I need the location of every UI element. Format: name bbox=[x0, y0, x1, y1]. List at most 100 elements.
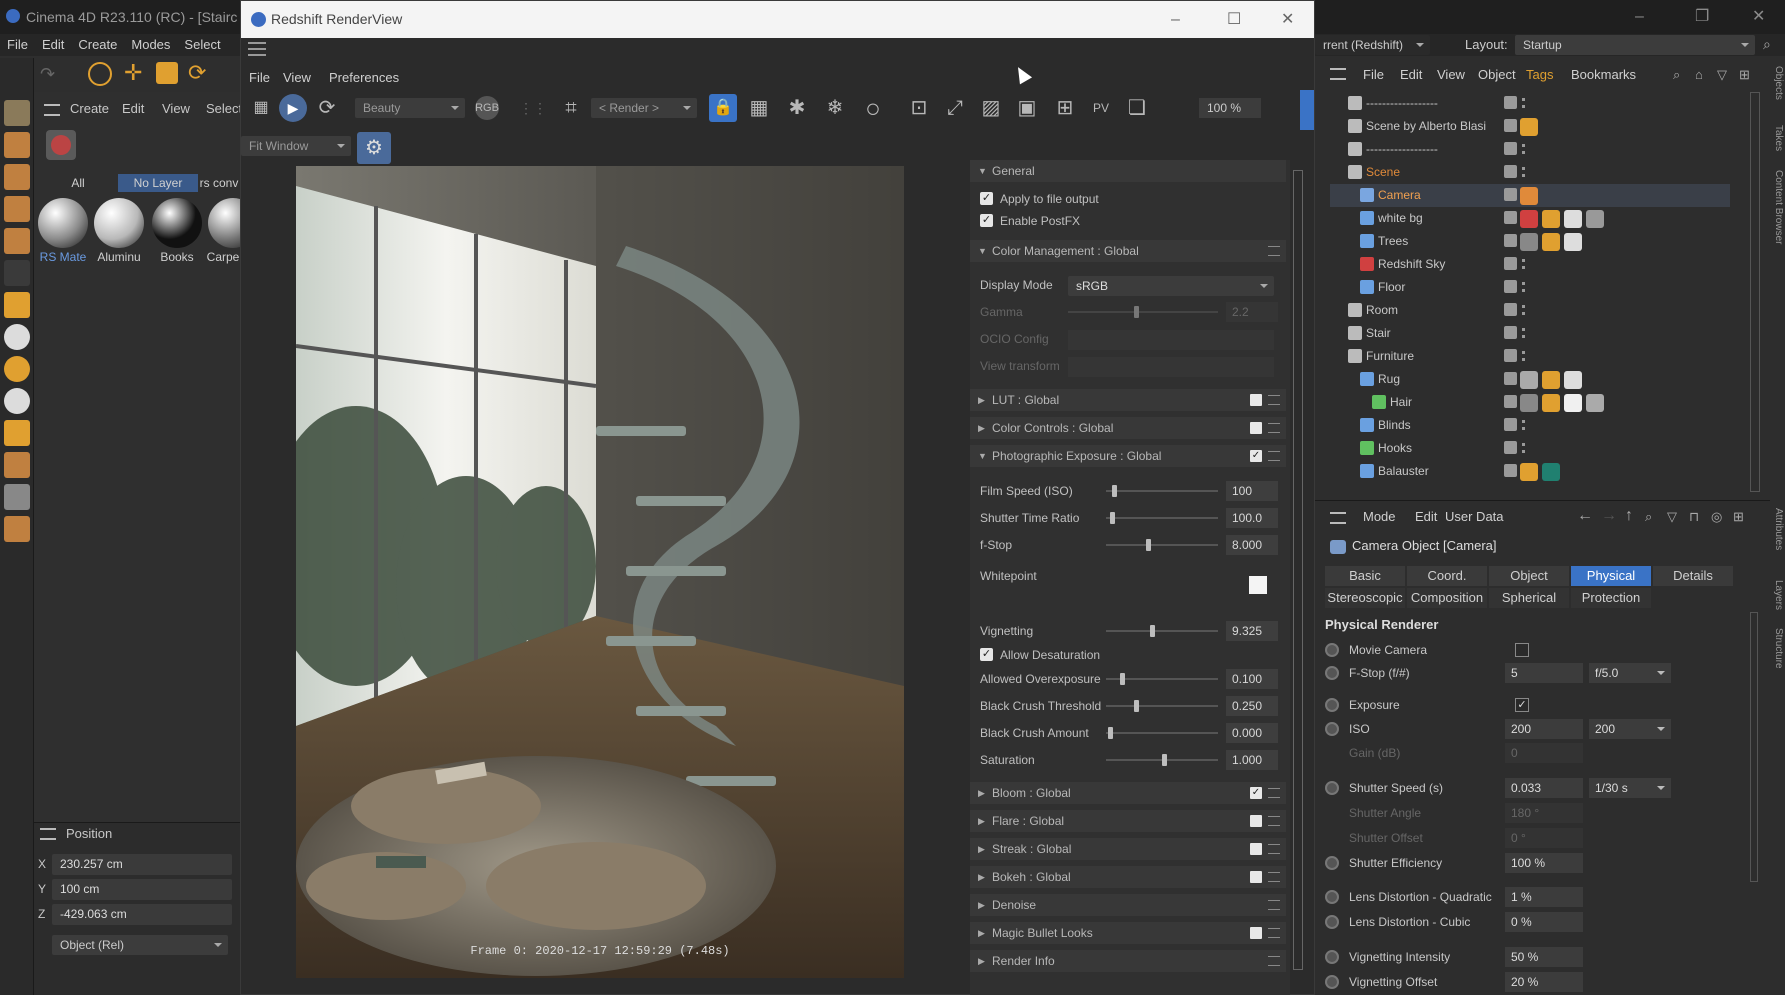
freeze-icon[interactable]: ❄ bbox=[821, 94, 849, 122]
section-color-controls[interactable]: ▶ Color Controls : Global bbox=[970, 417, 1286, 439]
visibility-icon[interactable] bbox=[1504, 211, 1517, 224]
apply-file-output-checkbox[interactable]: ✓ bbox=[980, 192, 993, 205]
scale-icon[interactable] bbox=[156, 62, 178, 84]
back-arrow-icon[interactable]: ← bbox=[1577, 507, 1593, 525]
section-flare[interactable]: ▶ Flare : Global bbox=[970, 810, 1286, 832]
render-dots-icon[interactable] bbox=[1522, 305, 1526, 315]
render-dots-icon[interactable] bbox=[1522, 144, 1526, 154]
material-swatch[interactable]: Carpe bbox=[206, 196, 240, 272]
film-speed-value[interactable]: 100 bbox=[1226, 481, 1278, 501]
photo-exposure-checkbox[interactable]: ✓ bbox=[1250, 450, 1262, 462]
bokeh-checkbox[interactable] bbox=[1250, 871, 1262, 883]
rv-close-icon[interactable]: ✕ bbox=[1281, 1, 1294, 38]
attr-target-icon[interactable]: ◎ bbox=[1711, 509, 1722, 525]
attr-tab[interactable]: Spherical bbox=[1489, 588, 1569, 608]
object-tag-icon[interactable] bbox=[1520, 233, 1538, 251]
render-viewport[interactable]: Frame 0: 2020-12-17 12:59:29 (7.48s) bbox=[296, 166, 904, 978]
crush-threshold-slider[interactable] bbox=[1106, 700, 1218, 712]
material-menu-icon[interactable] bbox=[44, 104, 60, 116]
visibility-icon[interactable] bbox=[1504, 119, 1517, 132]
om-search-icon[interactable]: ⌕ bbox=[1673, 67, 1680, 83]
tree-row[interactable]: Scene bbox=[1330, 161, 1730, 184]
render-dots-icon[interactable] bbox=[1522, 420, 1526, 430]
rv-maximize-icon[interactable]: ☐ bbox=[1227, 1, 1241, 38]
copy-icon[interactable]: ❏ bbox=[1123, 94, 1151, 122]
saturation-slider-knob[interactable] bbox=[1162, 754, 1167, 766]
crush-amount-slider[interactable] bbox=[1106, 727, 1218, 739]
crush-threshold-value[interactable]: 0.250 bbox=[1226, 696, 1278, 716]
tree-row[interactable]: Floor bbox=[1330, 276, 1730, 299]
maximize-icon[interactable]: ❐ bbox=[1695, 0, 1709, 34]
tree-row[interactable]: Blinds bbox=[1330, 414, 1730, 437]
vignetting-slider-knob[interactable] bbox=[1150, 625, 1155, 637]
attr-menu-edit[interactable]: Edit bbox=[1415, 509, 1437, 524]
coord-z-field[interactable]: -429.063 cm bbox=[52, 904, 232, 925]
visibility-icon[interactable] bbox=[1504, 441, 1517, 454]
checker-icon[interactable] bbox=[4, 484, 30, 510]
color-controls-checkbox[interactable] bbox=[1250, 422, 1262, 434]
menu-modes[interactable]: Modes bbox=[124, 34, 177, 55]
coord-mode-select[interactable]: Object (Rel) bbox=[52, 935, 228, 955]
sculpt-icon[interactable] bbox=[4, 324, 30, 350]
lens-cubic-field[interactable]: 0 % bbox=[1505, 912, 1583, 932]
om-home-icon[interactable]: ⌂ bbox=[1695, 67, 1703, 82]
tree-row[interactable]: Furniture bbox=[1330, 345, 1730, 368]
object-tag-icon[interactable] bbox=[1520, 187, 1538, 205]
mat-menu-edit[interactable]: Edit bbox=[122, 101, 144, 116]
animate-radio-icon[interactable] bbox=[1325, 643, 1339, 657]
attr-tab[interactable]: Object bbox=[1489, 566, 1569, 586]
animate-radio-icon[interactable] bbox=[1325, 856, 1339, 870]
tree-row[interactable]: Stair bbox=[1330, 322, 1730, 345]
object-tag-icon[interactable] bbox=[1520, 463, 1538, 481]
magnet-icon[interactable] bbox=[4, 420, 30, 446]
bucket-grid-icon[interactable]: ▦ bbox=[745, 94, 773, 122]
attr-tab[interactable]: Basic bbox=[1325, 566, 1405, 586]
coords-menu-icon[interactable] bbox=[40, 828, 56, 840]
section-menu-icon[interactable] bbox=[1268, 423, 1280, 433]
object-tag-icon[interactable] bbox=[1520, 210, 1538, 228]
render-dots-icon[interactable] bbox=[1522, 328, 1526, 338]
shutter-efficiency-field[interactable]: 100 % bbox=[1505, 853, 1583, 873]
attr-tab[interactable]: Stereoscopic bbox=[1325, 588, 1405, 608]
allow-desaturation-checkbox[interactable]: ✓ bbox=[980, 648, 993, 661]
visibility-icon[interactable] bbox=[1504, 395, 1517, 408]
crush-threshold-slider-knob[interactable] bbox=[1134, 700, 1139, 712]
section-color-management[interactable]: ▼ Color Management : Global bbox=[970, 240, 1286, 262]
shutter-ratio-value[interactable]: 100.0 bbox=[1226, 508, 1278, 528]
menu-file[interactable]: File bbox=[0, 34, 35, 55]
mat-menu-select[interactable]: Select bbox=[206, 101, 242, 116]
visibility-icon[interactable] bbox=[1504, 165, 1517, 178]
overexposure-value[interactable]: 0.100 bbox=[1226, 669, 1278, 689]
sculpt-pull-icon[interactable] bbox=[4, 388, 30, 414]
section-menu-icon[interactable] bbox=[1268, 844, 1280, 854]
rv-minimize-icon[interactable]: – bbox=[1171, 1, 1180, 38]
exposure-checkbox[interactable]: ✓ bbox=[1515, 698, 1529, 712]
section-render-info[interactable]: ▶ Render Info bbox=[970, 950, 1286, 972]
redo-icon[interactable]: ↷ bbox=[40, 64, 55, 85]
object-tag-icon[interactable] bbox=[1542, 463, 1560, 481]
mat-tab-no-layer[interactable]: No Layer bbox=[118, 174, 198, 192]
shutter-ratio-slider-knob[interactable] bbox=[1110, 512, 1115, 524]
settings-scrollbar[interactable] bbox=[1288, 166, 1308, 978]
animate-radio-icon[interactable] bbox=[1325, 975, 1339, 989]
object-tag-icon[interactable] bbox=[1564, 371, 1582, 389]
whitepoint-swatch[interactable] bbox=[1249, 576, 1267, 594]
om-menu-bookmarks[interactable]: Bookmarks bbox=[1571, 67, 1636, 82]
tree-row[interactable]: Redshift Sky bbox=[1330, 253, 1730, 276]
fit-window-select[interactable]: Fit Window bbox=[241, 136, 351, 156]
render-region-icon[interactable] bbox=[46, 130, 76, 160]
rgb-channel-icon[interactable]: RGB bbox=[475, 96, 499, 120]
shutter-speed-preset[interactable]: 1/30 s bbox=[1589, 778, 1671, 798]
mat-tab-rs-conv[interactable]: rs conv bbox=[198, 174, 240, 192]
side-tab-attributes[interactable]: Attributes bbox=[1768, 508, 1784, 550]
vignetting-slider[interactable] bbox=[1106, 625, 1218, 637]
move-icon[interactable]: ✛ bbox=[124, 60, 142, 86]
render-dots-icon[interactable] bbox=[1522, 259, 1526, 269]
visibility-icon[interactable] bbox=[1504, 257, 1517, 270]
material-swatch[interactable]: RS Mate bbox=[36, 196, 90, 272]
model-mode-icon[interactable] bbox=[4, 100, 30, 126]
om-filter-icon[interactable]: ▽ bbox=[1717, 67, 1727, 83]
flare-checkbox[interactable] bbox=[1250, 815, 1262, 827]
hatch-icon[interactable]: ▨ bbox=[977, 94, 1005, 122]
section-menu-icon[interactable] bbox=[1268, 395, 1280, 405]
